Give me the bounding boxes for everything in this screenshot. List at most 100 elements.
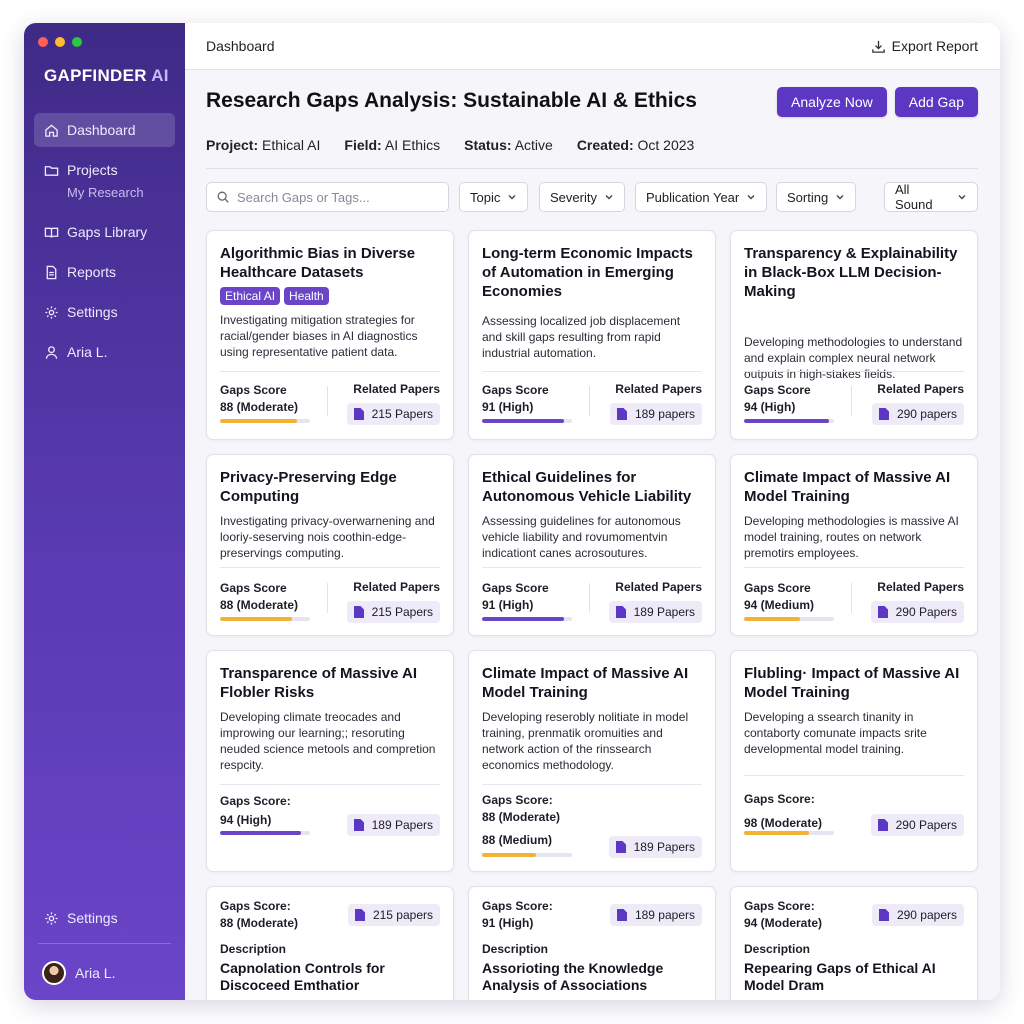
user-profile[interactable]: Aria L.: [34, 956, 175, 990]
related-papers-button[interactable]: 189 papers: [609, 904, 702, 926]
publication-year-dropdown[interactable]: Publication Year: [635, 182, 768, 212]
sidebar-item-projects[interactable]: Projects: [34, 153, 175, 187]
papers-count: 189 Papers: [633, 605, 695, 619]
meta-status: Status: Active: [464, 137, 553, 153]
gap-card[interactable]: Privacy-Preserving Edge Computing Invest…: [206, 454, 454, 636]
sidebar-item-label: Settings: [67, 304, 118, 320]
related-papers-button[interactable]: 189 papers: [609, 403, 702, 425]
gaps-score-label: Gaps Score: [744, 383, 811, 397]
sidebar-subitem-my-research[interactable]: My Research: [34, 185, 175, 203]
card-title: Algorithmic Bias in Diverse Healthcare D…: [220, 245, 416, 281]
brand-logo: GAPFINDER AI: [44, 66, 169, 86]
papers-count: 215 Papers: [371, 605, 433, 619]
related-papers-button[interactable]: 215 Papers: [346, 601, 440, 623]
sidebar-settings-bottom[interactable]: Settings: [34, 901, 175, 935]
search-box[interactable]: [206, 182, 449, 212]
gaps-score-secondary: 88 (Medium): [482, 832, 552, 849]
analyze-now-button[interactable]: Analyze Now: [777, 87, 887, 117]
papers-count: 290 papers: [896, 908, 957, 922]
gaps-score: Gaps Score 91 (High): [482, 382, 549, 416]
add-gap-button[interactable]: Add Gap: [894, 87, 978, 117]
severity-dropdown[interactable]: Severity: [539, 182, 625, 212]
search-input[interactable]: [237, 189, 437, 205]
header-actions: Analyze Now Add Gap: [777, 87, 978, 117]
search-icon: [217, 191, 229, 203]
gap-card[interactable]: Gaps Score: 88 (Moderate) 215 papers Desc…: [206, 886, 454, 1000]
chevron-down-icon: [958, 195, 966, 200]
stat-divider: [327, 583, 328, 613]
card-title: Privacy-Preserving Edge Computing: [220, 469, 397, 505]
sorting-dropdown[interactable]: Sorting: [776, 182, 857, 212]
meta-created: Created: Oct 2023: [577, 137, 695, 153]
sidebar-item-gaps-library[interactable]: Gaps Library: [34, 215, 175, 249]
related-papers-button[interactable]: 290 papers: [871, 403, 964, 425]
gaps-score-label: Gaps Score:: [220, 794, 291, 808]
sidebar-item-label: Gaps Library: [67, 224, 148, 240]
export-report-button[interactable]: Export Report: [871, 38, 978, 54]
description-heading: Description: [482, 942, 549, 956]
gaps-score: Gaps Score: 94 (High): [220, 792, 291, 830]
related-papers-button[interactable]: 215 Papers: [346, 403, 440, 425]
description-heading: Description: [220, 942, 287, 956]
gaps-score-fill: [220, 419, 297, 423]
gaps-score-value: 88 (Moderate): [220, 400, 299, 414]
related-papers-button[interactable]: 290 Papers: [870, 814, 964, 836]
related-papers-button[interactable]: 215 papers: [347, 904, 440, 926]
topic-dropdown[interactable]: Topic: [459, 182, 529, 212]
gaps-score: Gaps Score: 88 (Moderate): [482, 792, 560, 826]
gaps-score-label: Gaps Score: [220, 581, 287, 595]
card-divider: [220, 567, 440, 568]
sidebar-item-user[interactable]: Aria L.: [34, 335, 175, 369]
card-description: Developing climate treocades and improwi…: [220, 710, 436, 772]
maximize-window-button[interactable]: [72, 37, 82, 47]
related-papers-button[interactable]: 189 Papers: [346, 814, 440, 836]
meta-project-label: Project:: [206, 137, 259, 153]
file-icon: [353, 408, 364, 420]
gap-card[interactable]: Climate Impact of Massive AI Model Train…: [468, 650, 716, 872]
gap-card[interactable]: Gaps Score: 91 (High) 189 papers Descript…: [468, 886, 716, 1000]
sound-dropdown[interactable]: All Sound: [884, 182, 978, 212]
related-papers-button[interactable]: 290 papers: [871, 904, 964, 926]
sidebar-item-settings[interactable]: Settings: [34, 295, 175, 329]
gaps-score: Gaps Score 94 (Medium): [744, 580, 814, 614]
tag[interactable]: Ethical AI: [220, 287, 281, 305]
gap-card[interactable]: Ethical Guidelines for Autonomous Vehicl…: [468, 454, 716, 636]
card-divider: [482, 567, 702, 568]
related-papers-button[interactable]: 290 Papers: [870, 601, 964, 623]
gaps-score-bar: [744, 831, 834, 835]
gap-card[interactable]: Transparency & Explainability in Black-B…: [730, 230, 978, 440]
gap-card[interactable]: Climate Impact of Massive AI Model Train…: [730, 454, 978, 636]
sidebar-footer: Settings Aria L.: [34, 901, 175, 990]
close-window-button[interactable]: [38, 37, 48, 47]
gaps-score-label: Gaps Score:: [744, 899, 815, 913]
sidebar-item-dashboard[interactable]: Dashboard: [34, 113, 175, 147]
stat-divider: [851, 583, 852, 613]
sidebar-item-reports[interactable]: Reports: [34, 255, 175, 289]
gaps-score-value: 88 (Moderate): [220, 598, 299, 612]
breadcrumb[interactable]: Dashboard: [206, 38, 275, 54]
card-divider: [220, 784, 440, 785]
gap-card[interactable]: Algorithmic Bias in Diverse Healthcare D…: [206, 230, 454, 440]
related-papers-button[interactable]: 189 Papers: [608, 601, 702, 623]
app-window: GAPFINDER AI Dashboard Projects My Resea…: [24, 23, 1000, 1000]
papers-count: 189 papers: [634, 407, 695, 421]
card-title: Transparency & Explainability in Black-B…: [744, 245, 958, 300]
papers-count: 290 Papers: [895, 605, 957, 619]
file-icon: [616, 909, 627, 921]
related-papers-button[interactable]: 189 Papers: [608, 836, 702, 858]
related-papers-label: Related Papers: [877, 580, 964, 594]
gap-card[interactable]: Gaps Score: 94 (Moderate) 290 papers Desc…: [730, 886, 978, 1000]
sidebar-item-label: Aria L.: [67, 344, 108, 360]
main-content: Dashboard Export Report Research Gaps An…: [185, 23, 1000, 1000]
meta-field-value: AI Ethics: [384, 137, 441, 153]
gap-card[interactable]: Long-term Economic Impacts of Automation…: [468, 230, 716, 440]
card-description: Developing methodologies to understand a…: [744, 335, 963, 381]
severity-label: Severity: [550, 189, 597, 205]
gap-card[interactable]: Flubling· Impact of Massive AI Model Tra…: [730, 650, 978, 872]
tag[interactable]: Health: [284, 287, 329, 305]
gap-card[interactable]: Transparence of Massive AI Flobler Risks…: [206, 650, 454, 872]
minimize-window-button[interactable]: [55, 37, 65, 47]
gaps-score-value: 94 (High): [220, 813, 272, 827]
card-divider: [220, 371, 440, 372]
meta-project: Project: Ethical AI: [206, 137, 320, 153]
